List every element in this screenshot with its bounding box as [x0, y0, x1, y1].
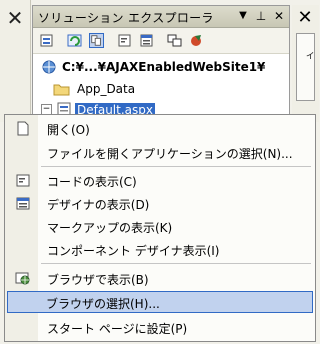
- close-icon[interactable]: ✕: [4, 8, 26, 28]
- close-icon[interactable]: ✕: [294, 8, 316, 28]
- refresh-icon[interactable]: [67, 33, 82, 48]
- menu-item-label: コンポーネント デザイナ表示(I): [47, 244, 220, 258]
- tree-root[interactable]: C:¥...¥AJAXEnabledWebSite1¥: [41, 58, 265, 75]
- asp-net-config-icon[interactable]: [189, 33, 204, 48]
- menu-item-label: 開く(O): [47, 123, 90, 137]
- tab-properties[interactable]: プロパティ: [296, 33, 320, 101]
- pin-icon[interactable]: ⊥: [254, 8, 268, 24]
- solution-explorer-panel: ソリューション エクスプローラ ▼ ⊥ ✕ C:¥...¥AJAXEnabled…: [32, 5, 290, 122]
- menu-separator: [41, 263, 311, 264]
- tree-item-label: App_Data: [77, 81, 136, 96]
- menu-item-label: ファイルを開くアプリケーションの選択(N)...: [47, 147, 293, 161]
- view-code-icon: [16, 174, 30, 187]
- close-icon[interactable]: ✕: [272, 8, 286, 24]
- copy-website-icon[interactable]: [167, 33, 182, 48]
- menu-item-label: マークアップの表示(K): [47, 221, 173, 235]
- view-designer-icon[interactable]: [139, 33, 154, 48]
- view-designer-icon: [16, 197, 30, 210]
- tree-item-app-data[interactable]: App_Data: [53, 80, 135, 97]
- properties-tab-label: プロパティ: [302, 50, 320, 94]
- menu-separator: [41, 166, 311, 167]
- menu-item-label: コードの表示(C): [47, 175, 137, 189]
- menu-item-view-code[interactable]: コードの表示(C): [7, 169, 313, 191]
- menu-item-browse-with[interactable]: ブラウザの選択(H)...: [7, 291, 313, 313]
- menu-item-view-in-browser[interactable]: ブラウザで表示(B): [7, 267, 313, 289]
- menu-item-view-component-designer[interactable]: コンポーネント デザイナ表示(I): [7, 238, 313, 260]
- properties-icon[interactable]: [39, 33, 54, 48]
- website-globe-icon: [42, 60, 56, 73]
- menu-item-open[interactable]: 開く(O): [7, 117, 313, 139]
- view-code-icon[interactable]: [117, 33, 132, 48]
- dropdown-icon[interactable]: ▼: [236, 8, 250, 24]
- menu-item-open-with[interactable]: ファイルを開くアプリケーションの選択(N)...: [7, 141, 313, 163]
- folder-icon: [53, 84, 70, 95]
- menu-item-label: デザイナの表示(D): [47, 198, 150, 212]
- menu-item-view-markup[interactable]: マークアップの表示(K): [7, 215, 313, 237]
- solution-explorer-titlebar: ソリューション エクスプローラ ▼ ⊥ ✕: [33, 6, 289, 28]
- panel-title: ソリューション エクスプローラ: [38, 11, 214, 25]
- view-in-browser-icon: [15, 272, 30, 285]
- solution-explorer-toolbar: [33, 28, 289, 54]
- tree-root-label: C:¥...¥AJAXEnabledWebSite1¥: [62, 59, 266, 74]
- context-menu: 開く(O) ファイルを開くアプリケーションの選択(N)... コードの表示(C)…: [4, 114, 316, 342]
- menu-item-view-designer[interactable]: デザイナの表示(D): [7, 192, 313, 214]
- left-panel-strip: ✕: [0, 0, 31, 122]
- open-file-icon: [17, 121, 29, 136]
- properties-strip: ✕ プロパティ: [292, 5, 320, 122]
- menu-item-label: スタート ページに設定(P): [47, 322, 188, 336]
- menu-item-label: ブラウザの選択(H)...: [46, 297, 160, 311]
- menu-item-label: ブラウザで表示(B): [47, 273, 149, 287]
- menu-item-set-start-page[interactable]: スタート ページに設定(P): [7, 316, 313, 338]
- show-all-files-icon[interactable]: [89, 33, 104, 48]
